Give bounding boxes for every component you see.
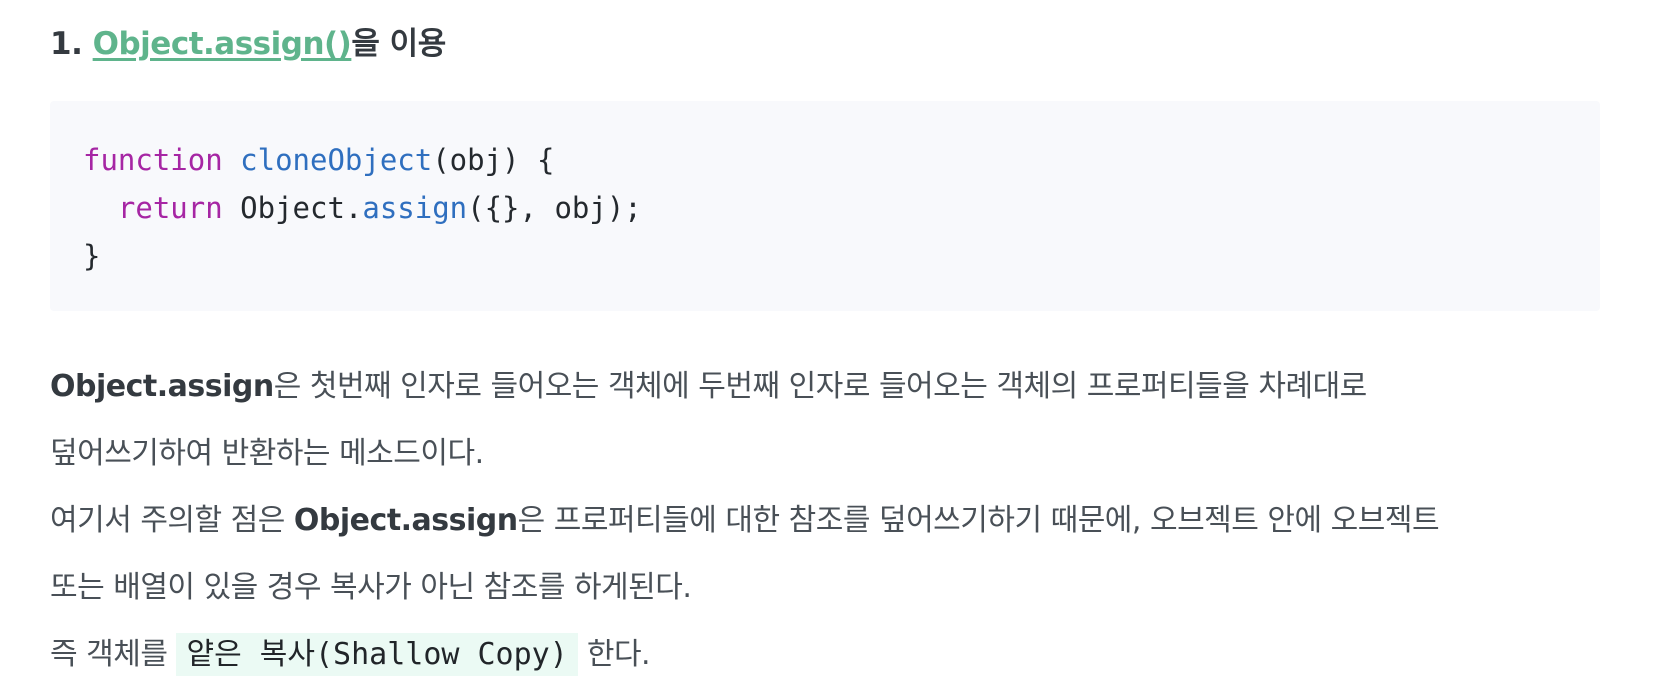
section-heading: 1. Object.assign()을 이용 [50, 18, 446, 63]
description-paragraph: Object.assign은 첫번째 인자로 들어오는 객체에 두번째 인자로 … [50, 353, 1610, 688]
para-line-5: 즉 객체를 얕은 복사(Shallow Copy) 한다. [50, 621, 1610, 688]
code-method: assign [362, 191, 468, 225]
para-line-2: 덮어쓰기하여 반환하는 메소드이다. [50, 420, 1610, 487]
code-line-1: function cloneObject(obj) { [83, 136, 1600, 184]
code-line-2: return Object.assign({}, obj); [83, 184, 1600, 232]
para-text: 즉 객체를 [50, 637, 177, 672]
code-line-3: } [83, 239, 101, 273]
para-text: 또는 배열이 있을 경우 복사가 아닌 참조를 하게된다. [50, 570, 692, 605]
para-text: 여기서 주의할 점은 [50, 503, 294, 538]
code-keyword-return: return [117, 191, 223, 225]
para-text: 덮어쓰기하여 반환하는 메소드이다. [50, 436, 484, 471]
code-object: Object. [240, 191, 363, 225]
para-line-3: 여기서 주의할 점은 Object.assign은 프로퍼티들에 대한 참조를 … [50, 487, 1610, 554]
bold-object-assign: Object.assign [50, 369, 274, 404]
code-keyword-function: function [83, 143, 223, 177]
para-line-4: 또는 배열이 있을 경우 복사가 아닌 참조를 하게된다. [50, 554, 1610, 621]
bold-object-assign: Object.assign [293, 503, 518, 538]
heading-suffix: 을 이용 [351, 26, 446, 62]
para-text: 은 첫번째 인자로 들어오는 객체에 두번째 인자로 들어오는 객체의 프로퍼티… [273, 369, 1368, 404]
code-block: function cloneObject(obj) { return Objec… [50, 101, 1600, 311]
para-text: 은 프로퍼티들에 대한 참조를 덮어쓰기하기 때문에, 오브젝트 안에 오브젝트 [517, 503, 1440, 538]
code-params: (obj) { [432, 143, 555, 177]
inline-code-shallow-copy: 얕은 복사(Shallow Copy) [176, 633, 578, 676]
para-line-1: Object.assign은 첫번째 인자로 들어오는 객체에 두번째 인자로 … [50, 353, 1610, 420]
para-text: 한다. [577, 637, 651, 672]
heading-number: 1. [50, 26, 93, 62]
object-assign-link[interactable]: Object.assign() [93, 26, 352, 62]
code-function-name: cloneObject [240, 143, 433, 177]
code-args: ({}, obj); [467, 191, 642, 225]
